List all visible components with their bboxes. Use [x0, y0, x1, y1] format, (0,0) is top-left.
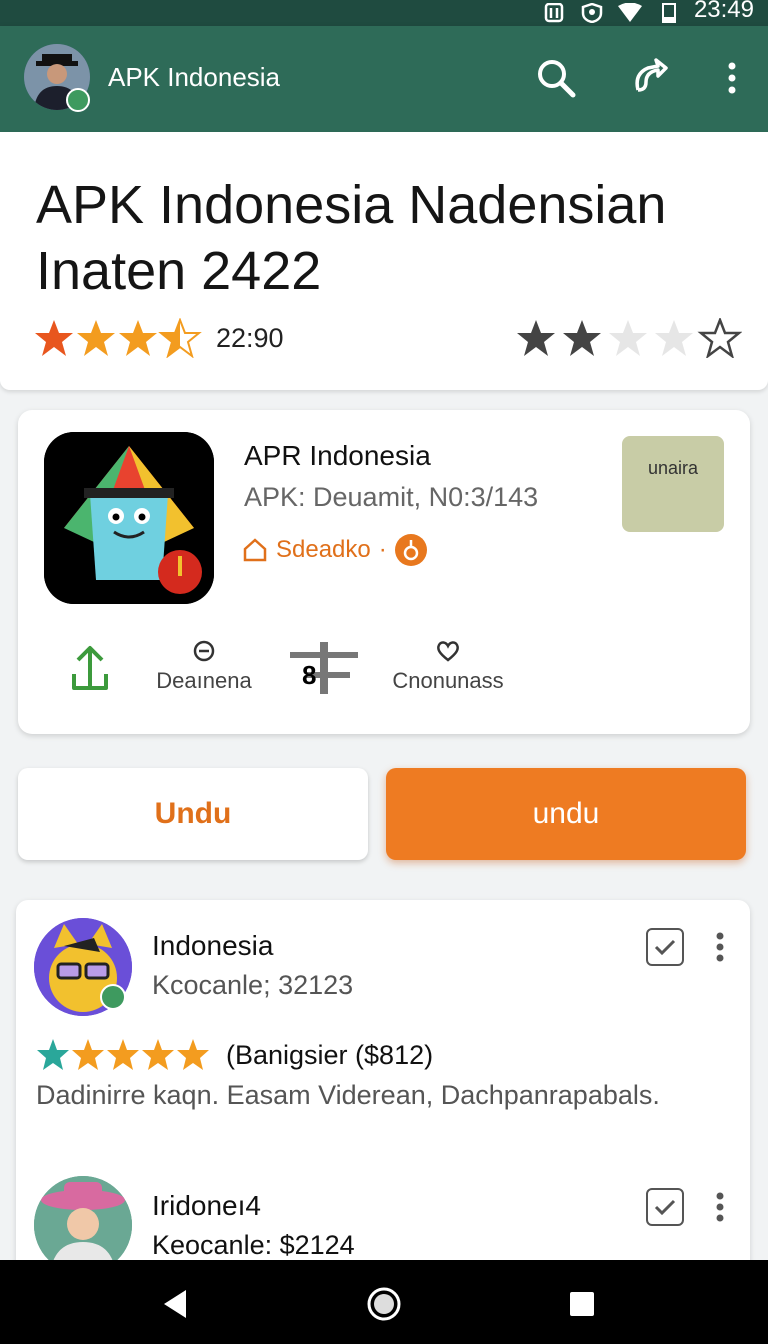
stat-category: Cnonunass	[388, 640, 508, 694]
developer-link[interactable]: Sdeadko ·	[242, 534, 427, 566]
wifi-icon	[617, 3, 642, 22]
more-vert-icon[interactable]	[710, 56, 754, 100]
star-icon	[517, 320, 555, 356]
half-star-icon	[158, 318, 202, 358]
status-time: 23:49	[693, 0, 754, 23]
status-bar: 23:49	[0, 0, 768, 26]
review-price: (Banigsier ($812)	[226, 1039, 434, 1070]
stat-size-label: 8	[302, 660, 317, 690]
secondary-download-button[interactable]: Undu	[18, 768, 368, 860]
header-card: APK Indonesia Nadensian Inaten 2422 22:9…	[0, 132, 768, 390]
reviewer-name: Indonesia	[152, 930, 274, 961]
star-icon	[563, 320, 601, 356]
heart-outline-icon	[437, 641, 459, 662]
rating-score: 22:90	[216, 322, 284, 353]
page-title: APK Indonesia Nadensian Inaten 2422	[36, 175, 667, 301]
star-outline-icon	[697, 318, 742, 358]
app-info-card: APR Indonesia APK: Deuamit, N0:3/143 Sde…	[18, 410, 750, 734]
review-rating: (Banigsier ($812)	[36, 1038, 433, 1072]
app-bar: APK Indonesia	[0, 26, 768, 132]
more-vert-icon[interactable]	[716, 1192, 724, 1222]
reviewer-subtitle: Kcocanle; 32123	[152, 970, 354, 1000]
star-icon	[37, 1039, 69, 1070]
check-box-icon[interactable]	[646, 928, 684, 966]
star-icon	[72, 1039, 104, 1070]
star-icon	[177, 1039, 209, 1070]
app-icon	[44, 432, 214, 604]
system-nav-bar	[0, 1260, 768, 1344]
star-icon	[77, 320, 115, 356]
stat-downloads-label: Deaınena	[156, 668, 252, 693]
app-name: APR Indonesia	[244, 440, 431, 471]
app-rating: 22:90	[34, 318, 284, 358]
review-text: Dadinirre kaqn. Easam Viderean, Dachpanr…	[36, 1080, 660, 1110]
stat-downloads: Deaınena	[152, 640, 256, 694]
star-icon	[35, 320, 73, 356]
developer-name: Sdeadko	[276, 536, 371, 563]
verified-badge-icon	[100, 984, 126, 1010]
back-icon[interactable]	[158, 1286, 194, 1322]
rate-stars[interactable]	[516, 318, 742, 358]
more-vert-icon[interactable]	[716, 932, 724, 962]
review-stars	[37, 1039, 209, 1070]
screenshot-thumbnail[interactable]: unaira	[622, 436, 724, 532]
share-upload-icon[interactable]	[70, 644, 110, 692]
developer-badge-icon	[394, 534, 427, 566]
home-icon[interactable]	[366, 1286, 402, 1322]
app-logo-icon	[44, 432, 214, 604]
user-rating-selector[interactable]	[516, 318, 742, 358]
star-icon	[142, 1039, 174, 1070]
app-bar-title: APK Indonesia	[108, 62, 281, 92]
primary-download-button[interactable]: undu	[386, 768, 746, 860]
search-icon[interactable]	[534, 56, 578, 100]
recents-icon[interactable]	[564, 1286, 600, 1322]
star-outline-icon	[655, 320, 693, 356]
stat-category-label: Cnonunass	[392, 668, 504, 693]
star-outline-icon	[609, 320, 647, 356]
star-icon	[107, 1039, 139, 1070]
check-box-icon[interactable]	[646, 1188, 684, 1226]
nfc-icon	[544, 3, 564, 23]
app-stats-row: Deaınena 8 Cnonunass	[18, 636, 750, 706]
stat-size: 8	[290, 640, 360, 696]
size-chart-icon	[290, 642, 358, 694]
app-meta: APK: Deuamit, N0:3/143	[244, 482, 539, 512]
minus-circle-icon	[193, 640, 215, 662]
battery-icon	[661, 3, 676, 23]
share-icon[interactable]	[628, 56, 672, 100]
reviewer-name: Iridoneı4	[152, 1190, 261, 1221]
reviewer-subtitle: Keocanle: $2124	[152, 1230, 355, 1260]
verified-badge-icon	[66, 88, 90, 112]
reviews-list: Indonesia Kcocanle; 32123 (Banigsier ($8…	[16, 900, 750, 1280]
star-icon	[119, 320, 157, 356]
shield-icon	[581, 3, 603, 23]
home-outline-icon	[243, 538, 267, 562]
rating-stars	[35, 318, 202, 358]
